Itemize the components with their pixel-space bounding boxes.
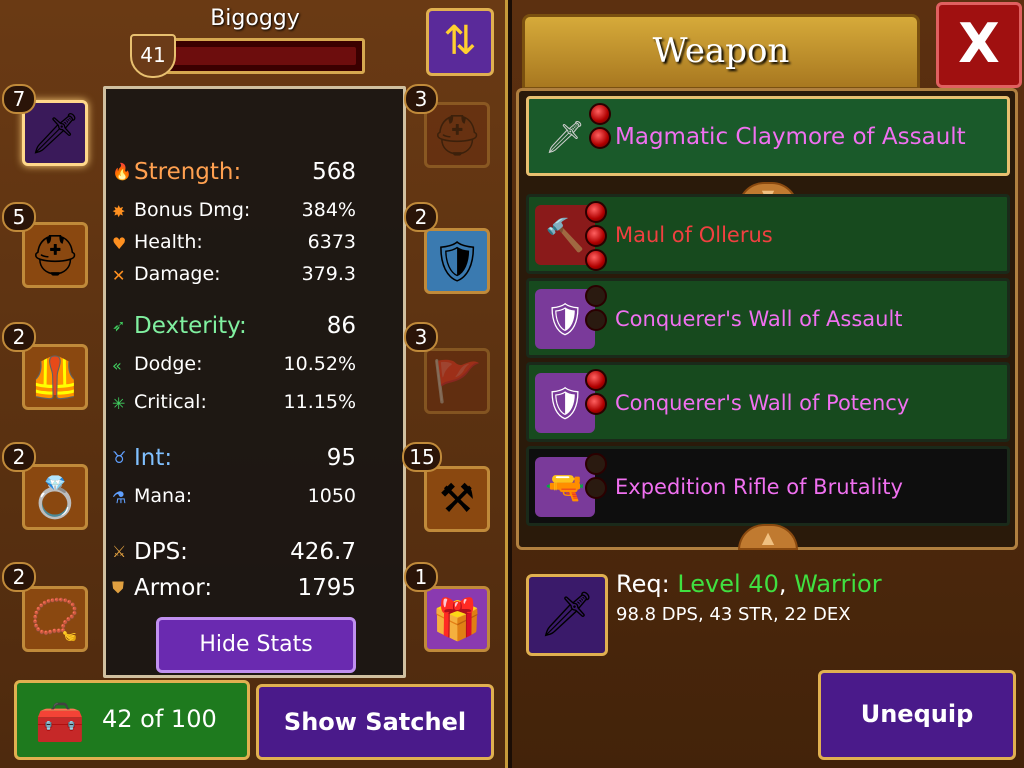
slot-head-off[interactable]: ⛑	[424, 102, 490, 168]
slot-helmet[interactable]: ⛑	[22, 222, 88, 288]
gem-socket	[585, 309, 607, 331]
stat-health: ♥ Health: 6373	[112, 231, 356, 253]
burst-icon: ✸	[112, 202, 126, 221]
slot-weapon-count: 7	[2, 84, 36, 114]
chevron-up-icon: ▲	[761, 528, 775, 547]
swap-arrows-icon: ⇅	[443, 18, 477, 64]
crossed-swords-icon: ✕	[112, 266, 126, 285]
list-item[interactable]: 🛡 Conquerer's Wall of Assault	[526, 278, 1010, 358]
slot-chest-reward[interactable]: 🎁	[424, 586, 490, 652]
flame-icon: 🔥	[112, 162, 132, 181]
gem-socket	[585, 249, 607, 271]
dagger-icon: 🗡	[539, 589, 595, 640]
slot-banner-count: 3	[404, 322, 438, 352]
gem-socket	[585, 453, 607, 475]
gem-socket	[585, 225, 607, 247]
hide-stats-button[interactable]: Hide Stats	[156, 617, 356, 673]
chevron-left-icon: «	[112, 356, 122, 375]
ring-icon: 💍	[30, 474, 80, 521]
selected-item-icon[interactable]: 🗡	[526, 574, 608, 656]
close-button[interactable]: X	[936, 2, 1022, 88]
treasure-chest-icon: 🧰	[35, 700, 85, 746]
stat-strength: 🔥 Strength: 568	[112, 159, 356, 185]
stat-armor: ⛊ Armor: 1795	[112, 575, 356, 601]
slot-anvil[interactable]: ⚒	[424, 466, 490, 532]
list-item[interactable]: 🔫 Expedition Rifle of Brutality	[526, 446, 1010, 526]
anvil-icon: ⚒	[439, 476, 475, 522]
stat-bonus-dmg: ✸ Bonus Dmg: 384%	[112, 199, 356, 221]
slot-chest[interactable]: 🦺	[22, 344, 88, 410]
gem-socket	[585, 477, 607, 499]
swap-button[interactable]: ⇅	[426, 8, 494, 76]
list-item[interactable]: 🛡 Conquerer's Wall of Potency	[526, 362, 1010, 442]
slot-amulet-count: 2	[2, 562, 36, 592]
character-panel: Bigoggy 41 ⇅ 🗡 7 ⛑ 5 🦺 2 💍 2 📿 2 ⛑ 3 🛡 2…	[0, 0, 508, 768]
slot-chest-count: 2	[2, 322, 36, 352]
gem-socket	[589, 103, 611, 125]
slot-head-off-count: 3	[404, 84, 438, 114]
slot-ring-count: 2	[2, 442, 36, 472]
shoulder-armor-icon: 🛡	[431, 238, 483, 285]
level-badge: 41	[130, 34, 176, 78]
hero-name: Bigoggy	[210, 6, 300, 31]
stat-dexterity: ➶ Dexterity: 86	[112, 313, 356, 339]
equipped-weapon-name: Magmatic Claymore of Assault	[615, 124, 966, 150]
helmet-icon: ⛑	[29, 232, 81, 279]
dagger-icon: 🗡	[29, 110, 81, 157]
slot-banner[interactable]: 🚩	[424, 348, 490, 414]
gem-socket	[589, 127, 611, 149]
gem-socket	[585, 393, 607, 415]
item-name: Maul of Ollerus	[615, 223, 773, 247]
inventory-button[interactable]: 🧰 42 of 100	[14, 680, 250, 760]
stat-critical: ✳ Critical: 11.15%	[112, 391, 356, 413]
amulet-icon: 📿	[30, 596, 80, 643]
item-name: Conquerer's Wall of Assault	[615, 307, 903, 331]
curved-blade-icon: 🗡	[544, 118, 586, 156]
gem-socket	[585, 285, 607, 307]
stat-dps: ⚔ DPS: 426.7	[112, 539, 356, 565]
stat-damage: ✕ Damage: 379.3	[112, 263, 356, 285]
gem-socket	[585, 369, 607, 391]
item-details: 🗡 Req: Level 40, Warrior 98.8 DPS, 43 ST…	[516, 552, 1018, 768]
tab-weapon[interactable]: Weapon	[522, 14, 920, 90]
requirements: Req: Level 40, Warrior	[616, 570, 882, 598]
treasure-chest-icon: 🎁	[432, 596, 482, 643]
spark-icon: ✳	[112, 394, 126, 413]
helmet-icon: ⛑	[431, 112, 483, 159]
item-name: Expedition Rifle of Brutality	[615, 475, 903, 499]
mind-icon: ♉	[112, 448, 127, 467]
stat-int: ♉ Int: 95	[112, 445, 356, 471]
inventory-count: 42 of 100	[102, 705, 217, 733]
item-stats-summary: 98.8 DPS, 43 STR, 22 DEX	[616, 604, 851, 625]
slot-chest-reward-count: 1	[404, 562, 438, 592]
slot-shoulder[interactable]: 🛡	[424, 228, 490, 294]
chest-armor-icon: 🦺	[30, 354, 80, 401]
stat-mana: ⚗ Mana: 1050	[112, 485, 356, 507]
banner-icon: 🚩	[432, 358, 482, 405]
stat-dodge: « Dodge: 10.52%	[112, 353, 356, 375]
shield-icon: ⛊	[112, 578, 125, 597]
show-satchel-button[interactable]: Show Satchel	[256, 684, 494, 760]
unequip-button[interactable]: Unequip	[818, 670, 1016, 760]
list-item[interactable]: 🔨 Maul of Ollerus	[526, 194, 1010, 274]
slot-shoulder-count: 2	[404, 202, 438, 232]
item-name: Conquerer's Wall of Potency	[615, 391, 910, 415]
equipped-weapon[interactable]: 🗡 Magmatic Claymore of Assault	[526, 96, 1010, 176]
claw-icon: ⚔	[112, 542, 127, 561]
xp-bar	[165, 38, 365, 74]
slot-helmet-count: 5	[2, 202, 36, 232]
gem-socket	[585, 201, 607, 223]
slot-anvil-count: 15	[402, 442, 442, 472]
stats-panel: 🔥 Strength: 568 ✸ Bonus Dmg: 384% ♥ Heal…	[103, 86, 406, 678]
arrows-icon: ➶	[112, 316, 126, 335]
slot-ring[interactable]: 💍	[22, 464, 88, 530]
heart-icon: ♥	[112, 234, 127, 253]
potion-icon: ⚗	[112, 488, 127, 507]
slot-amulet[interactable]: 📿	[22, 586, 88, 652]
